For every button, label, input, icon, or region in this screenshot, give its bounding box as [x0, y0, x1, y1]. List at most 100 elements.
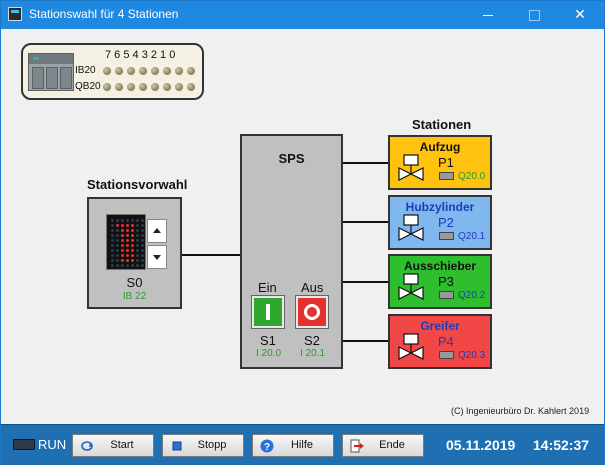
valve-icon — [398, 154, 424, 181]
connector-line — [343, 162, 388, 164]
start-button[interactable]: Start — [72, 434, 154, 457]
main-window: Stationswahl für 4 Stationen ✕ 7 6 5 4 3… — [0, 0, 605, 465]
display-dot — [111, 234, 114, 237]
status-time: 14:52:37 — [533, 437, 590, 453]
station-title: Greifer — [420, 319, 460, 333]
display-dot — [131, 229, 134, 232]
display-dot — [136, 259, 139, 262]
io-bit-led — [163, 83, 171, 91]
run-label: RUN — [38, 437, 67, 452]
display-dot — [111, 229, 114, 232]
display-dot — [126, 259, 129, 262]
display-dot — [136, 219, 139, 222]
display-dot — [116, 239, 119, 242]
close-button[interactable]: ✕ — [557, 1, 603, 29]
ende-button-label: Ende — [379, 439, 405, 451]
valve-icon — [398, 273, 424, 300]
display-dot — [121, 224, 124, 227]
start-button-address: I 20.0 — [256, 348, 282, 359]
connector-line — [343, 281, 388, 283]
title-bar: Stationswahl für 4 Stationen ✕ — [1, 1, 604, 29]
station-title: Ausschieber — [403, 259, 477, 273]
station-p3: Ausschieber P3 Q20.2 — [388, 254, 492, 309]
display-dot — [126, 249, 129, 252]
station-title: Hubzylinder — [405, 200, 475, 214]
display-dot — [131, 239, 134, 242]
stopp-button[interactable]: Stopp — [162, 434, 244, 457]
ende-button[interactable]: Ende — [342, 434, 424, 457]
display-dot — [126, 219, 129, 222]
display-dot — [141, 229, 144, 232]
display-dot — [116, 254, 119, 257]
display-dot — [136, 234, 139, 237]
io-bit-led — [187, 83, 195, 91]
bottom-status-bar: RUN Start Stopp ? Hilfe Ende 05.11.2019 … — [1, 424, 604, 465]
display-dot — [141, 234, 144, 237]
seven-segment-display — [106, 214, 146, 270]
display-dot — [126, 264, 129, 267]
display-dot — [111, 239, 114, 242]
output-indicator — [439, 291, 454, 299]
valve-icon — [398, 214, 424, 241]
io-bit-led — [127, 67, 135, 75]
station-name: P4 — [438, 334, 454, 349]
io-bit-led — [103, 83, 111, 91]
display-dot — [136, 239, 139, 242]
output-address: Q20.0 — [458, 171, 486, 182]
station-p4: Greifer P4 Q20.3 — [388, 314, 492, 369]
display-dot — [111, 254, 114, 257]
stations-heading: Stationen — [412, 117, 472, 132]
maximize-button[interactable] — [511, 1, 557, 29]
connector-line — [343, 221, 388, 223]
display-dot — [121, 234, 124, 237]
display-dot — [141, 254, 144, 257]
io-bit-led — [139, 67, 147, 75]
station-selector-s0: S0 IB 22 — [87, 197, 182, 309]
io-bit-led — [115, 83, 123, 91]
display-dot — [141, 264, 144, 267]
minimize-button[interactable] — [465, 1, 511, 29]
display-dot — [116, 229, 119, 232]
display-dot — [131, 234, 134, 237]
display-dot — [111, 244, 114, 247]
ein-start-button[interactable] — [252, 296, 284, 328]
display-dot — [121, 249, 124, 252]
stop-button-address: I 20.1 — [300, 348, 326, 359]
io-status-panel: 7 6 5 4 3 2 1 0 IB20 QB20 — [21, 43, 204, 100]
display-dot — [141, 244, 144, 247]
start-button-name: S1 — [260, 333, 276, 348]
plc-device-icon — [28, 53, 74, 91]
display-dot — [131, 264, 134, 267]
station-select-heading: Stationsvorwahl — [87, 177, 188, 192]
display-dot — [121, 229, 124, 232]
copyright-text: (C) Ingenieurbüro Dr. Kahlert 2019 — [451, 406, 590, 416]
display-dot — [116, 219, 119, 222]
connector-line — [343, 340, 388, 342]
display-dot — [126, 224, 129, 227]
stopp-button-label: Stopp — [197, 439, 227, 451]
io-bit-led — [103, 67, 111, 75]
display-dot — [126, 239, 129, 242]
display-dot — [136, 229, 139, 232]
io-bit-led — [175, 67, 183, 75]
io-bit-led — [175, 83, 183, 91]
increment-button[interactable] — [147, 219, 167, 243]
display-dot — [116, 249, 119, 252]
display-dot — [116, 224, 119, 227]
display-dot — [136, 254, 139, 257]
station-p2: Hubzylinder P2 Q20.1 — [388, 195, 492, 250]
display-dot — [121, 264, 124, 267]
decrement-button[interactable] — [147, 245, 167, 269]
hilfe-button[interactable]: ? Hilfe — [252, 434, 334, 457]
selector-address: IB 22 — [122, 291, 147, 302]
display-dot — [131, 244, 134, 247]
run-indicator-led — [13, 439, 35, 450]
io-row-label-qb20: QB20 — [75, 81, 101, 92]
display-dot — [121, 219, 124, 222]
io-bit-led — [139, 83, 147, 91]
output-address: Q20.1 — [458, 231, 486, 242]
io-bit-led — [163, 67, 171, 75]
window-title: Stationswahl für 4 Stationen — [29, 7, 179, 21]
sps-controller-block: SPS Ein Aus S1 S2 I 20.0 I 20.1 — [240, 134, 343, 369]
aus-stop-button[interactable] — [296, 296, 328, 328]
